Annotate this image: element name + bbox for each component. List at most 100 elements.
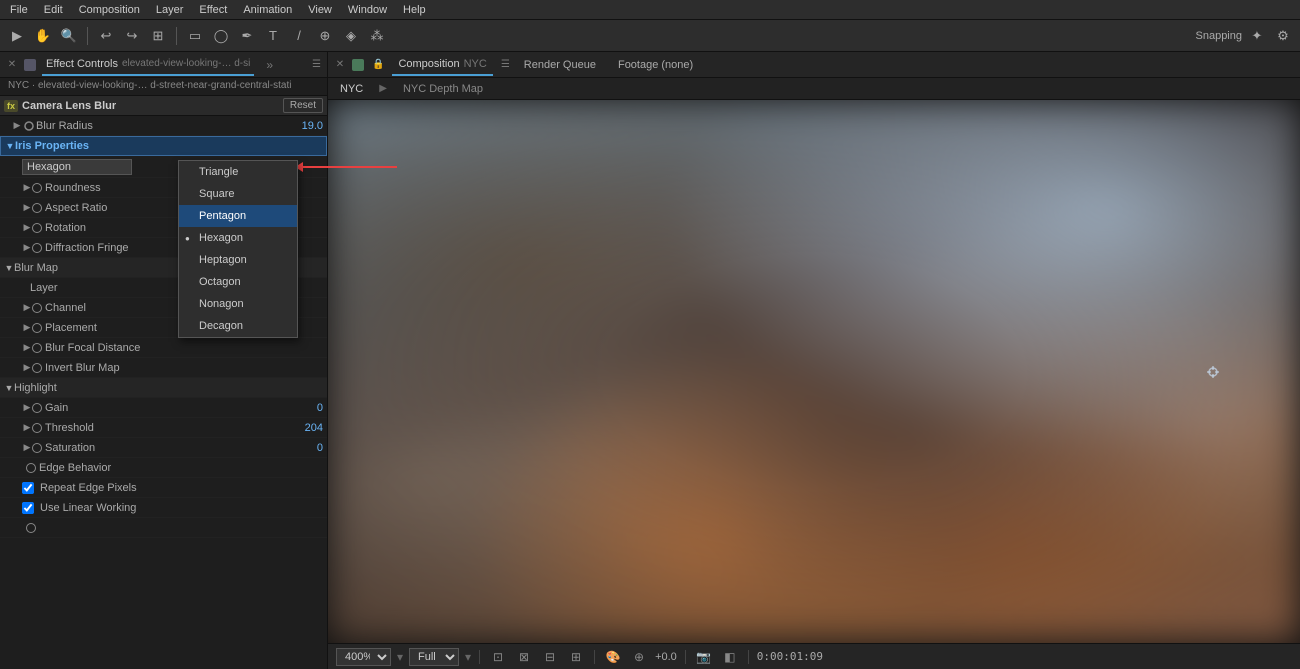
brush-tool[interactable]: / (288, 25, 310, 47)
magnet-icon[interactable]: ⚙ (1272, 25, 1294, 47)
panel-menu-btn[interactable]: ☰ (312, 59, 321, 70)
undo-btn[interactable]: ↩ (95, 25, 117, 47)
repeat-edge-row: Repeat Edge Pixels (0, 478, 327, 498)
menu-window[interactable]: Window (346, 4, 389, 16)
zoom-select[interactable]: 400% (336, 648, 391, 666)
saturation-value: 0 (283, 442, 323, 454)
status-sep-1 (479, 650, 480, 664)
menu-layer[interactable]: Layer (154, 4, 186, 16)
option-triangle[interactable]: Triangle (179, 161, 297, 183)
invert-label: Invert Blur Map (45, 362, 323, 374)
edge-behavior-row[interactable]: Edge Behavior (0, 458, 327, 478)
repeat-edge-checkbox[interactable] (22, 482, 34, 494)
frame-forward-btn[interactable]: ⊠ (514, 647, 534, 667)
sub-tab-nyc[interactable]: NYC (336, 81, 367, 97)
redo-btn[interactable]: ↪ (121, 25, 143, 47)
rect-tool[interactable]: ▭ (184, 25, 206, 47)
rotation-expand: ▶ (22, 223, 32, 233)
option-decagon[interactable]: Decagon (179, 315, 297, 337)
iris-properties-row[interactable]: ▼ Iris Properties (0, 136, 327, 156)
feather-tool[interactable]: ⁂ (366, 25, 388, 47)
saturation-icon (32, 443, 42, 453)
exposure-btn[interactable]: ⊕ (629, 647, 649, 667)
tab-title: elevated-view-looking-… d-si (122, 58, 250, 69)
option-octagon[interactable]: Octagon (179, 271, 297, 293)
reset-btn[interactable]: Reset (283, 98, 323, 113)
color-picker-btn[interactable]: 🎨 (603, 647, 623, 667)
text-tool[interactable]: T (262, 25, 284, 47)
invert-blur-row[interactable]: ▶ Invert Blur Map (0, 358, 327, 378)
menu-edit[interactable]: Edit (42, 4, 65, 16)
threshold-expand: ▶ (22, 423, 32, 433)
render-queue-btn[interactable]: Render Queue (516, 57, 604, 73)
sub-tab-arrow: ▶ (379, 83, 387, 94)
comp-menu-icon[interactable]: ☰ (501, 59, 510, 70)
roundness-icon (32, 183, 42, 193)
option-pentagon[interactable]: Pentagon (179, 205, 297, 227)
menu-view[interactable]: View (306, 4, 334, 16)
threshold-row[interactable]: ▶ Threshold 204 (0, 418, 327, 438)
effect-controls-tab[interactable]: Effect Controls elevated-view-looking-… … (42, 54, 254, 76)
snap-icon[interactable]: ✦ (1246, 25, 1268, 47)
status-sep-2 (594, 650, 595, 664)
menu-animation[interactable]: Animation (241, 4, 294, 16)
highlight-row[interactable]: ▼ Highlight (0, 378, 327, 398)
comp-close-btn[interactable]: ✕ (334, 59, 346, 71)
select-tool[interactable]: ▶ (6, 25, 28, 47)
footage-btn[interactable]: Footage (none) (610, 57, 701, 73)
quality-arrow-icon: ▾ (465, 650, 471, 664)
safe-zones-btn[interactable]: ⊞ (566, 647, 586, 667)
saturation-expand: ▶ (22, 443, 32, 453)
gain-row[interactable]: ▶ Gain 0 (0, 398, 327, 418)
option-hexagon[interactable]: Hexagon (179, 227, 297, 249)
threshold-label: Threshold (45, 422, 283, 434)
saturation-row[interactable]: ▶ Saturation 0 (0, 438, 327, 458)
snapshot-btn[interactable]: 📷 (694, 647, 714, 667)
channel-icon (32, 303, 42, 313)
blur-focal-row[interactable]: ▶ Blur Focal Distance (0, 338, 327, 358)
focal-icon (32, 343, 42, 353)
menu-effect[interactable]: Effect (197, 4, 229, 16)
fill-tool[interactable]: ◈ (340, 25, 362, 47)
panel-expand-btn[interactable]: » (266, 58, 273, 72)
arrow-line (302, 166, 397, 168)
menu-composition[interactable]: Composition (77, 4, 142, 16)
linear-working-checkbox[interactable] (22, 502, 34, 514)
panel-tab-bar: ✕ Effect Controls elevated-view-looking-… (0, 52, 327, 78)
comp-vignette (328, 100, 1300, 643)
gain-expand: ▶ (22, 403, 32, 413)
ellipse-tool[interactable]: ◯ (210, 25, 232, 47)
status-sep-3 (685, 650, 686, 664)
pen-tool[interactable]: ✒ (236, 25, 258, 47)
quality-select[interactable]: Full (409, 648, 459, 666)
shape-dropdown[interactable]: Hexagon (22, 159, 132, 175)
panel-subtitle: NYC · elevated-view-looking-… d-street-n… (0, 78, 327, 96)
composition-viewer (328, 100, 1300, 643)
zoom-tool[interactable]: 🔍 (58, 25, 80, 47)
empty-icon (26, 523, 36, 533)
panel-icon (24, 59, 36, 71)
blur-radius-row[interactable]: ▶ Blur Radius 19.0 (0, 116, 327, 136)
iris-expand: ▼ (5, 141, 15, 151)
camera-lens-blur-header[interactable]: fx Camera Lens Blur Reset (0, 96, 327, 116)
menu-help[interactable]: Help (401, 4, 428, 16)
show-snapshot-btn[interactable]: ◧ (720, 647, 740, 667)
grid-btn[interactable]: ⊞ (147, 25, 169, 47)
fx-badge: fx (4, 100, 18, 112)
panel-close-btn[interactable]: ✕ (6, 59, 18, 71)
crosshair-icon (1206, 365, 1220, 379)
sub-tab-nyc-depth[interactable]: NYC Depth Map (399, 81, 487, 97)
snapping-label: Snapping (1196, 30, 1243, 42)
grid-overlay-btn[interactable]: ⊟ (540, 647, 560, 667)
pin-tool[interactable]: ⊕ (314, 25, 336, 47)
menu-file[interactable]: File (8, 4, 30, 16)
repeat-edge-label: Repeat Edge Pixels (40, 482, 137, 494)
placement-icon (32, 323, 42, 333)
option-square[interactable]: Square (179, 183, 297, 205)
hand-tool[interactable]: ✋ (32, 25, 54, 47)
option-heptagon[interactable]: Heptagon (179, 249, 297, 271)
frame-back-btn[interactable]: ⊡ (488, 647, 508, 667)
composition-tab[interactable]: Composition NYC (392, 54, 492, 76)
comp-tab-label: Composition (398, 58, 459, 70)
option-nonagon[interactable]: Nonagon (179, 293, 297, 315)
